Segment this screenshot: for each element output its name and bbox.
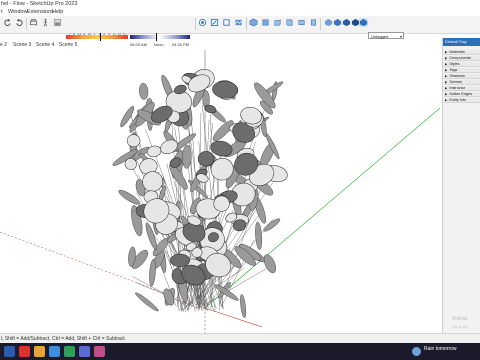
tray-panel-label: Scenes (449, 80, 462, 84)
fog-icon[interactable] (198, 18, 207, 27)
tray-panel-styles[interactable]: ▶ Styles (444, 62, 480, 67)
left-icon[interactable] (309, 18, 318, 27)
expand-icon: ▶ (445, 56, 448, 60)
tray-panel-label: Components (449, 56, 471, 60)
textures-icon[interactable] (234, 18, 243, 27)
taskbar (0, 343, 480, 360)
tray-panel-instructor[interactable]: ▶ Instructor (444, 86, 480, 91)
activation-watermark-sub: Go to Se (452, 324, 468, 329)
front-icon[interactable] (273, 18, 282, 27)
expand-icon: ▶ (445, 74, 448, 78)
tray-panel-label: Entity Info (449, 98, 467, 102)
rotate-left-icon[interactable] (3, 18, 12, 27)
app-icon[interactable] (64, 346, 75, 357)
toolbar-separator (246, 18, 247, 30)
weather-icon[interactable] (412, 347, 421, 356)
toolbar: J F M A M J J A S O N D 06:29 AM Noon 04… (0, 16, 480, 47)
tray-panel-label: Tags (449, 68, 458, 72)
back-icon[interactable] (297, 18, 306, 27)
tray-title: Default Tray (443, 38, 480, 46)
walk-icon[interactable] (41, 18, 50, 27)
plant-leaf (135, 292, 159, 312)
tray-panel-label: Soften Edges (449, 92, 473, 96)
plant-leaf (139, 82, 149, 100)
box-icon[interactable] (222, 18, 231, 27)
menu-item-tools[interactable]: t (1, 9, 3, 15)
expand-icon: ▶ (445, 98, 448, 102)
menu-bar: t Window Extensions Help (0, 9, 480, 16)
tray-panel-soften-edges[interactable]: ▶ Soften Edges (444, 92, 480, 97)
tray-panel-tags[interactable]: ▶ Tags (444, 68, 480, 73)
toolbar-separator (320, 18, 321, 30)
tray-panel-label: Materials (449, 50, 465, 54)
model-viewport[interactable] (0, 50, 441, 333)
top-icon[interactable] (261, 18, 270, 27)
folder-icon[interactable] (34, 346, 45, 357)
tray-panel-materials[interactable]: ▶ Materials (444, 50, 480, 55)
app-icon[interactable] (94, 346, 105, 357)
expand-icon: ▶ (445, 92, 448, 96)
expand-icon: ▶ (445, 50, 448, 54)
right-icon[interactable] (285, 18, 294, 27)
print-icon[interactable] (29, 18, 38, 27)
plant-leaf (240, 294, 247, 318)
tray-panel-label: Instructor (449, 86, 466, 90)
plant-model (112, 69, 288, 318)
textured-icon[interactable] (359, 18, 368, 27)
menu-item-extensions[interactable]: Extensions (27, 9, 54, 15)
menu-item-help[interactable]: Help (52, 9, 63, 15)
date-slider[interactable] (66, 35, 128, 39)
time-slider[interactable] (130, 35, 190, 39)
tag-selector-value: Untagged (371, 34, 389, 39)
plant-leaf (182, 144, 192, 169)
expand-icon: ▶ (445, 62, 448, 66)
title-bar: hel - Flow - SketchUp Pro 2023 (0, 0, 480, 9)
plant-leaf (263, 254, 277, 274)
tray-panel-shadows[interactable]: ▶ Shadows (444, 74, 480, 79)
toolbar-separator (195, 18, 196, 30)
tag-selector[interactable]: Untagged ▾ (368, 32, 404, 39)
tab-scene-5[interactable]: Scene 5 (59, 41, 77, 50)
plant-leaf (149, 258, 156, 287)
tray-panel-label: Styles (449, 62, 460, 66)
app-icon[interactable] (49, 346, 60, 357)
tab-scene-4[interactable]: Scene 4 (36, 41, 54, 50)
activation-watermark: Activat (452, 316, 468, 322)
date-slider-handle[interactable] (100, 33, 101, 41)
section-icon[interactable] (210, 18, 219, 27)
status-message: l, Shift = Add/Subtract, Ctrl = Add, Shi… (1, 336, 127, 342)
iso-icon[interactable] (249, 18, 258, 27)
viewport-canvas[interactable] (0, 50, 441, 333)
tray-panel-components[interactable]: ▶ Components (444, 56, 480, 61)
tray-panel-label: Shadows (449, 74, 465, 78)
time-slider-handle[interactable] (156, 33, 157, 41)
plant-leaf (255, 221, 263, 250)
tray-panel-scenes[interactable]: ▶ Scenes (444, 80, 480, 85)
wireframe-icon[interactable] (333, 18, 342, 27)
toolbar-separator (26, 18, 27, 30)
expand-icon: ▶ (445, 86, 448, 90)
app-icon[interactable] (19, 346, 30, 357)
rotate-right-icon[interactable] (15, 18, 24, 27)
plant-round-leaf (170, 253, 190, 267)
tab-scene-3[interactable]: Scene 3 (13, 41, 31, 50)
chevron-down-icon: ▾ (399, 34, 402, 39)
menu-item-window[interactable]: Window (8, 9, 28, 15)
window-title: hel - Flow - SketchUp Pro 2023 (1, 1, 78, 7)
app-icon[interactable] (79, 346, 90, 357)
default-tray: Default Tray ▶ Materials ▶ Components ▶ Sty… (442, 38, 480, 333)
expand-icon: ▶ (445, 68, 448, 72)
shadow-icon[interactable] (53, 18, 62, 27)
plant-round-leaf (197, 151, 215, 167)
expand-icon: ▶ (445, 80, 448, 84)
tab-scene-2[interactable]: e 2 (0, 41, 7, 50)
plant-round-leaf (146, 145, 162, 158)
plant-round-leaf (126, 134, 141, 148)
tray-panel-entity-info[interactable]: ▶ Entity Info (444, 98, 480, 103)
app-icon[interactable] (4, 346, 15, 357)
weather-text: Rain tomorrow (424, 346, 457, 352)
xray-icon[interactable] (324, 18, 333, 27)
red-axis (204, 307, 263, 328)
hidden-line-icon[interactable] (342, 18, 351, 27)
